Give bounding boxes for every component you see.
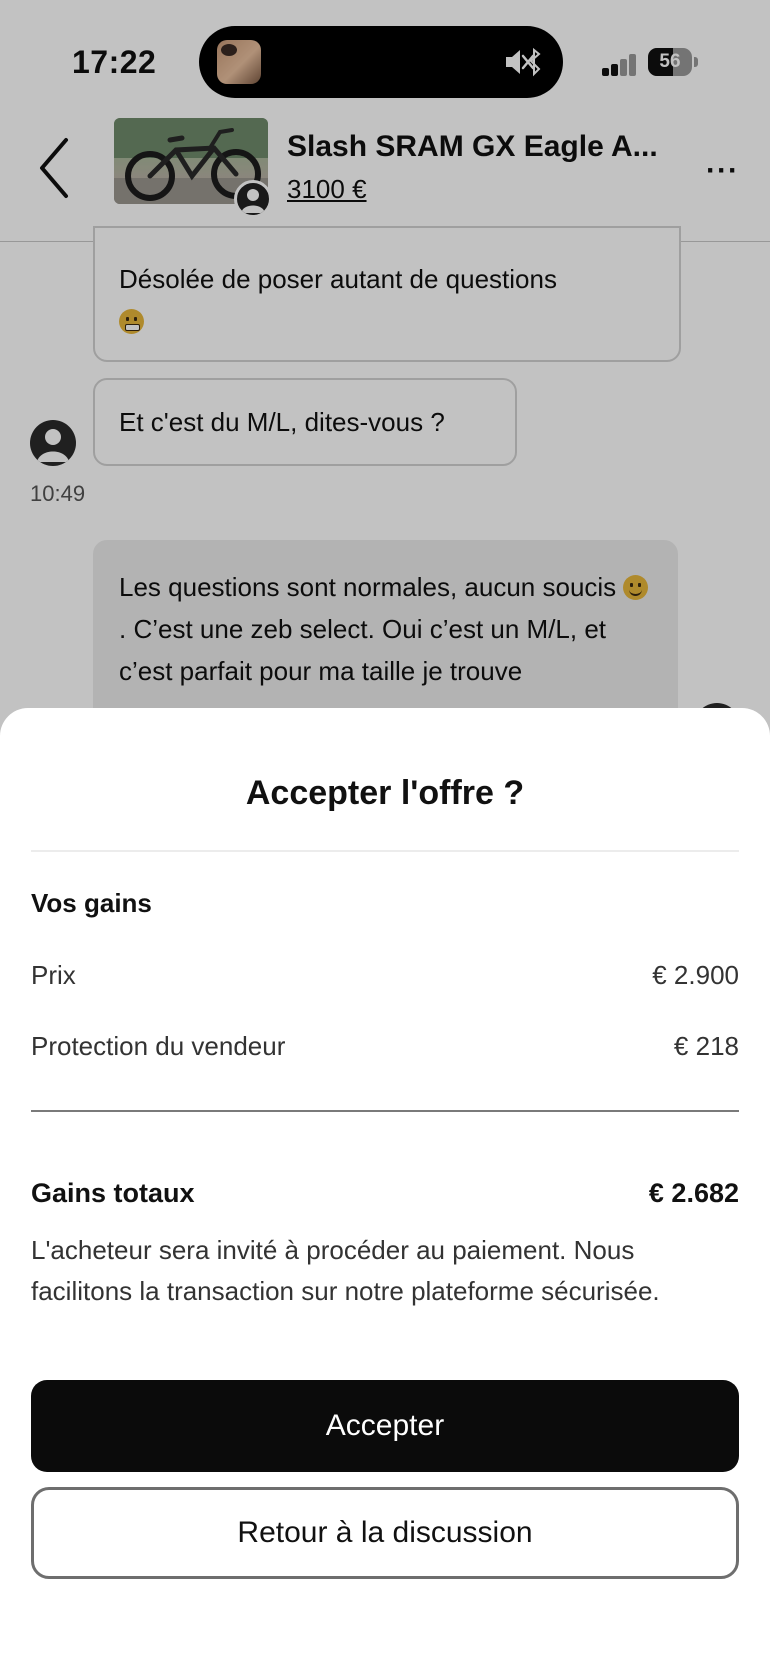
total-earnings-label: Gains totaux <box>31 1178 195 1208</box>
divider <box>31 850 739 852</box>
total-earnings-value: € 2.682 <box>648 1178 739 1208</box>
back-to-chat-button[interactable]: Retour à la discussion <box>31 1487 739 1579</box>
seller-protection-value: € 218 <box>673 1031 739 1061</box>
total-divider <box>31 1110 739 1112</box>
price-label: Prix <box>31 960 76 990</box>
price-value: € 2.900 <box>652 960 739 990</box>
earnings-section-title: Vos gains <box>31 888 152 918</box>
accept-button[interactable]: Accepter <box>31 1380 739 1472</box>
sheet-title: Accepter l'offre ? <box>245 774 525 812</box>
payment-info-text: L'acheteur sera invité à procéder au pai… <box>31 1235 660 1306</box>
accept-offer-sheet: Accepter l'offre ? Vos gains Prix € 2.90… <box>0 708 770 1674</box>
seller-protection-label: Protection du vendeur <box>31 1031 286 1061</box>
